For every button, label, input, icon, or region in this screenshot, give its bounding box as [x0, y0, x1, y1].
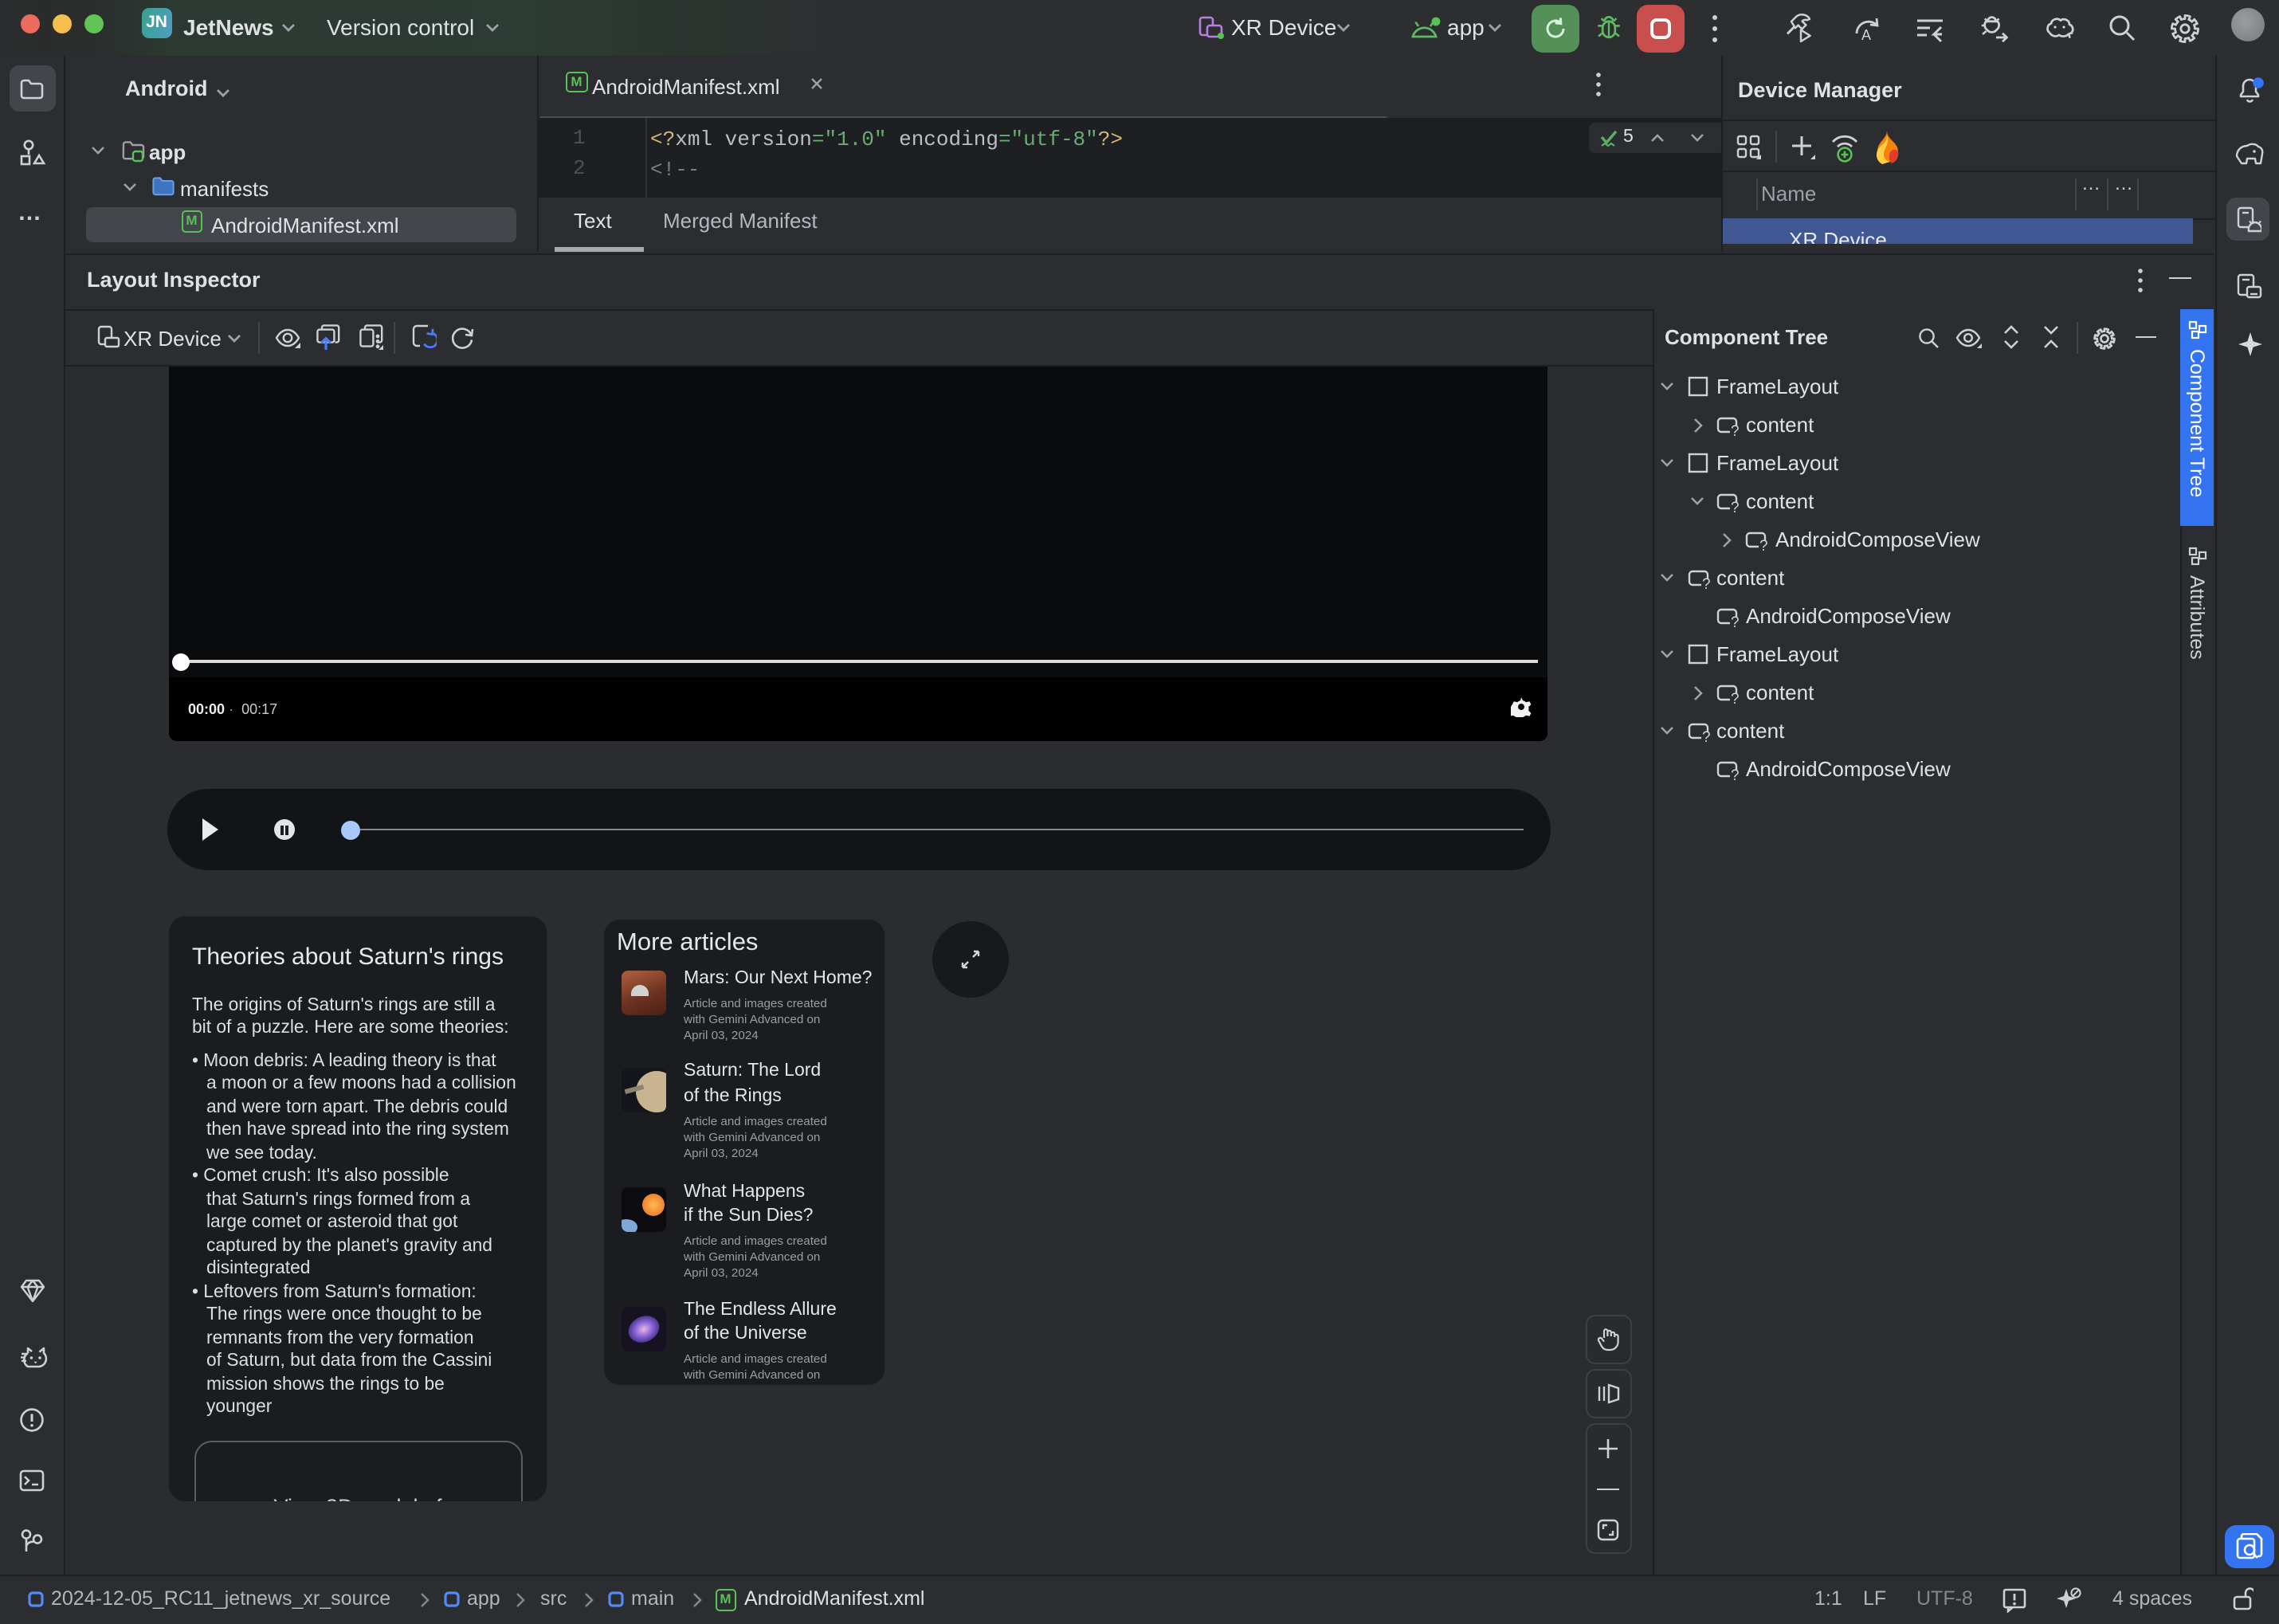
svg-text:?: ?: [1730, 500, 1739, 513]
svg-text:A: A: [1861, 27, 1871, 43]
svg-text:?: ?: [1759, 538, 1768, 551]
svg-text:?: ?: [1701, 729, 1710, 743]
svg-text:?: ?: [1701, 576, 1710, 590]
svg-text:?: ?: [1730, 614, 1739, 628]
svg-text:?: ?: [1730, 691, 1739, 704]
svg-text:?: ?: [1730, 767, 1739, 781]
svg-text:?: ?: [1730, 423, 1739, 437]
